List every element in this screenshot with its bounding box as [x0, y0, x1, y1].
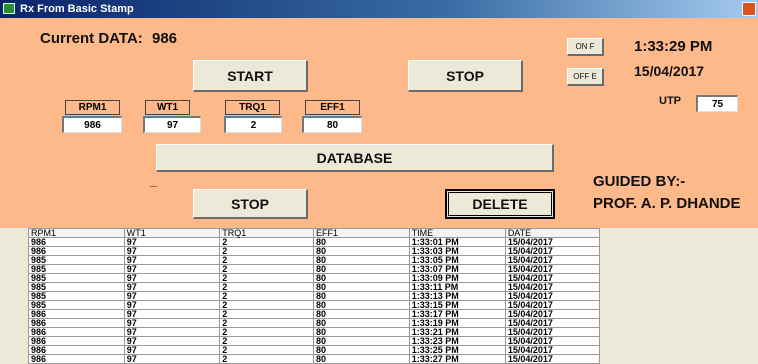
table-cell[interactable]: 2 [219, 345, 315, 355]
data-grid[interactable]: RPM1 WT1 TRQ1 EFF1 TIME DATE 986 97 2 80 1:3… [28, 228, 601, 364]
col-wt1[interactable]: WT1 [123, 228, 221, 238]
table-cell[interactable]: 97 [123, 318, 221, 328]
rpm1-field[interactable]: 986 [62, 116, 122, 133]
start-button[interactable]: START [193, 60, 308, 92]
table-cell[interactable]: 97 [123, 273, 221, 283]
guide-name: PROF. A. P. DHANDE [593, 195, 741, 212]
table-cell[interactable]: 2 [219, 318, 315, 328]
col-eff1[interactable]: EFF1 [313, 228, 410, 238]
wt1-label: WT1 [145, 100, 190, 115]
table-cell[interactable]: 1:33:27 PM [408, 354, 506, 364]
table-cell[interactable]: 80 [313, 336, 410, 346]
table-cell[interactable]: 97 [123, 309, 221, 319]
window-title: Rx From Basic Stamp [20, 3, 134, 15]
table-cell[interactable]: 97 [123, 264, 221, 274]
table-cell[interactable]: 80 [313, 282, 410, 292]
table-cell[interactable]: 97 [123, 246, 221, 256]
table-cell[interactable]: 2 [219, 300, 315, 310]
table-cell[interactable]: 2 [219, 336, 315, 346]
trq1-label: TRQ1 [225, 100, 280, 115]
trq1-field[interactable]: 2 [224, 116, 282, 133]
dash-label: _ [150, 174, 157, 188]
current-data-value: 986 [152, 30, 178, 47]
table-cell[interactable]: 80 [313, 291, 410, 301]
table-cell[interactable]: 2 [219, 273, 315, 283]
table-cell[interactable]: 97 [123, 354, 221, 364]
main-form: Current DATA: 986 START STOP ON F OFF E … [0, 18, 758, 228]
table-cell[interactable]: 97 [123, 345, 221, 355]
table-cell[interactable]: 2 [219, 264, 315, 274]
table-cell[interactable]: 80 [313, 327, 410, 337]
data-grid-area: RPM1 WT1 TRQ1 EFF1 TIME DATE 986 97 2 80 1:3… [0, 228, 758, 364]
table-cell[interactable]: 97 [123, 291, 221, 301]
stop-bottom-button[interactable]: STOP [193, 189, 308, 219]
table-cell[interactable]: 97 [123, 336, 221, 346]
table-cell[interactable]: 2 [219, 237, 315, 247]
rpm1-label: RPM1 [65, 100, 120, 115]
table-cell[interactable]: 2 [219, 246, 315, 256]
eff1-label: EFF1 [305, 100, 360, 115]
table-cell[interactable]: 80 [313, 318, 410, 328]
table-cell[interactable]: 2 [219, 291, 315, 301]
clock-date: 15/04/2017 [634, 63, 705, 79]
table-cell[interactable]: 97 [123, 300, 221, 310]
table-cell[interactable]: 97 [123, 327, 221, 337]
table-cell[interactable]: 80 [313, 264, 410, 274]
table-cell[interactable]: 80 [313, 300, 410, 310]
guided-by-label: GUIDED BY:- [593, 173, 686, 190]
table-cell[interactable]: 97 [123, 237, 221, 247]
table-cell[interactable]: 986 [28, 354, 125, 364]
utp-field[interactable]: 75 [696, 95, 738, 112]
table-cell[interactable]: 2 [219, 354, 315, 364]
table-cell[interactable]: 2 [219, 255, 315, 265]
table-cell[interactable]: 80 [313, 237, 410, 247]
table-cell[interactable]: 80 [313, 255, 410, 265]
table-cell[interactable]: 2 [219, 309, 315, 319]
col-trq1[interactable]: TRQ1 [219, 228, 315, 238]
eff1-field[interactable]: 80 [302, 116, 362, 133]
table-cell[interactable]: 80 [313, 246, 410, 256]
close-icon[interactable] [742, 2, 756, 16]
wt1-field[interactable]: 97 [143, 116, 201, 133]
on-button[interactable]: ON F [567, 38, 604, 56]
table-cell[interactable]: 80 [313, 273, 410, 283]
stop-top-button[interactable]: STOP [408, 60, 523, 92]
table-cell[interactable]: 80 [313, 345, 410, 355]
current-data-label: Current DATA: [40, 30, 143, 47]
table-cell[interactable]: 80 [313, 354, 410, 364]
database-button[interactable]: DATABASE [156, 144, 554, 172]
table-cell[interactable]: 2 [219, 327, 315, 337]
delete-button[interactable]: DELETE [445, 189, 555, 219]
table-row[interactable]: 986 97 2 80 1:33:27 PM 15/04/2017 [28, 354, 601, 364]
table-cell[interactable]: 15/04/2017 [504, 354, 601, 364]
table-cell[interactable]: 97 [123, 282, 221, 292]
clock-time: 1:33:29 PM [634, 38, 713, 55]
table-cell[interactable]: 80 [313, 309, 410, 319]
app-icon [3, 3, 15, 14]
utp-label: UTP [659, 95, 681, 107]
title-bar: Rx From Basic Stamp [0, 0, 758, 18]
table-cell[interactable]: 2 [219, 282, 315, 292]
off-button[interactable]: OFF E [567, 68, 604, 86]
table-cell[interactable]: 97 [123, 255, 221, 265]
